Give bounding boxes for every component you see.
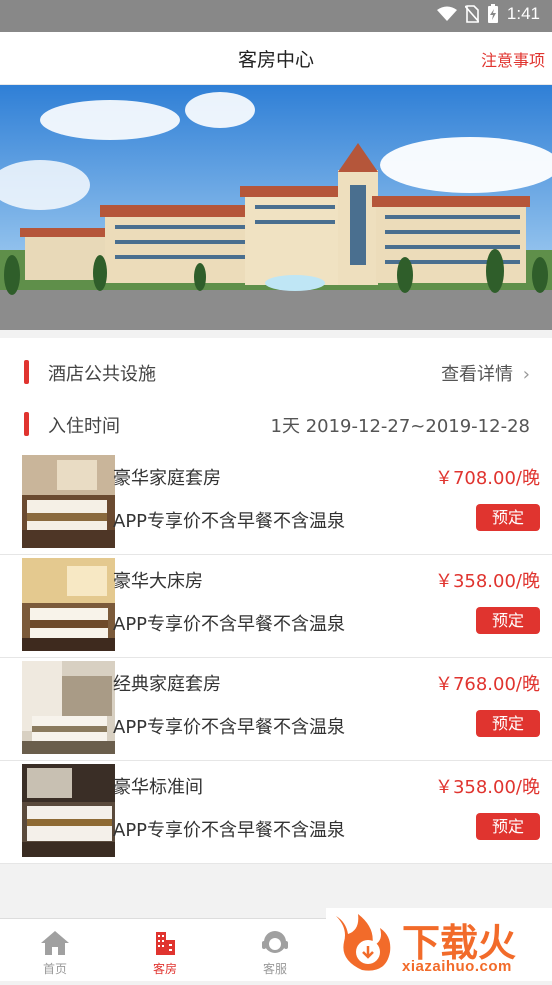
tab-service-label: 客服 xyxy=(262,962,287,976)
room-item[interactable]: 豪华大床房 ￥358.00/晚 APP专享价不含早餐不含温泉 预定 xyxy=(0,555,552,658)
tab-home[interactable]: 首页 xyxy=(0,919,110,982)
facilities-row[interactable]: 酒店公共设施 查看详情 › xyxy=(0,330,552,398)
room-price: ￥768.00/晚 xyxy=(434,674,540,695)
status-icons: 1:41 xyxy=(436,4,540,24)
tab-service[interactable]: 客服 xyxy=(220,919,330,982)
room-photo[interactable] xyxy=(22,558,115,651)
book-button[interactable]: 预定 xyxy=(476,813,540,840)
status-time: 1:41 xyxy=(506,4,540,23)
section-marker xyxy=(24,360,29,384)
checkin-row[interactable]: 入住时间 1天 2019-12-27~2019-12-28 xyxy=(0,398,552,452)
room-description: APP专享价不含早餐不含温泉 xyxy=(113,820,346,841)
page-title: 客房中心 xyxy=(237,49,314,71)
tab-rooms[interactable]: 客房 xyxy=(110,919,220,982)
room-price: ￥358.00/晚 xyxy=(434,777,540,798)
room-description: APP专享价不含早餐不含温泉 xyxy=(113,614,346,635)
building-icon xyxy=(156,932,175,955)
room-name: 豪华家庭套房 xyxy=(113,468,221,489)
room-description: APP专享价不含早餐不含温泉 xyxy=(113,717,346,738)
headset-icon xyxy=(262,931,288,953)
room-item[interactable]: 经典家庭套房 ￥768.00/晚 APP专享价不含早餐不含温泉 预定 xyxy=(0,658,552,761)
watermark: 下载火 xiazaihuo.com xyxy=(326,908,552,981)
room-photo[interactable] xyxy=(22,455,115,548)
chevron-right-icon: › xyxy=(522,364,530,385)
hotel-banner-image[interactable] xyxy=(0,85,552,330)
room-name: 豪华大床房 xyxy=(113,571,203,592)
view-details-link[interactable]: 查看详情 › xyxy=(441,360,530,386)
facilities-label: 酒店公共设施 xyxy=(48,364,156,385)
room-name: 豪华标准间 xyxy=(113,777,203,798)
no-sim-icon xyxy=(464,5,479,23)
room-item[interactable]: 豪华家庭套房 ￥708.00/晚 APP专享价不含早餐不含温泉 预定 xyxy=(0,452,552,555)
book-button[interactable]: 预定 xyxy=(476,607,540,634)
notice-link[interactable]: 注意事项 xyxy=(481,47,545,71)
section-marker xyxy=(24,412,29,436)
home-icon xyxy=(41,931,69,955)
room-photo[interactable] xyxy=(22,764,115,857)
book-button[interactable]: 预定 xyxy=(476,504,540,531)
room-list: 豪华家庭套房 ￥708.00/晚 APP专享价不含早餐不含温泉 预定 豪华大床房… xyxy=(0,452,552,864)
room-photo[interactable] xyxy=(22,661,115,754)
battery-charging-icon xyxy=(487,4,498,23)
tab-home-label: 首页 xyxy=(42,962,67,976)
status-bar: 1:41 xyxy=(0,0,552,32)
checkin-label: 入住时间 xyxy=(48,416,120,437)
room-price: ￥708.00/晚 xyxy=(434,468,540,489)
view-details-label: 查看详情 xyxy=(441,364,514,385)
checkin-dates[interactable]: 1天 2019-12-27~2019-12-28 xyxy=(271,412,530,438)
room-price: ￥358.00/晚 xyxy=(434,571,540,592)
room-item[interactable]: 豪华标准间 ￥358.00/晚 APP专享价不含早餐不含温泉 预定 xyxy=(0,761,552,864)
watermark-url: xiazaihuo.com xyxy=(402,958,512,975)
tab-rooms-label: 客房 xyxy=(152,962,177,976)
room-name: 经典家庭套房 xyxy=(113,674,221,695)
room-description: APP专享价不含早餐不含温泉 xyxy=(113,511,346,532)
book-button[interactable]: 预定 xyxy=(476,710,540,737)
wifi-icon xyxy=(436,6,457,21)
nav-bar: 客房中心 注意事项 xyxy=(0,32,552,85)
